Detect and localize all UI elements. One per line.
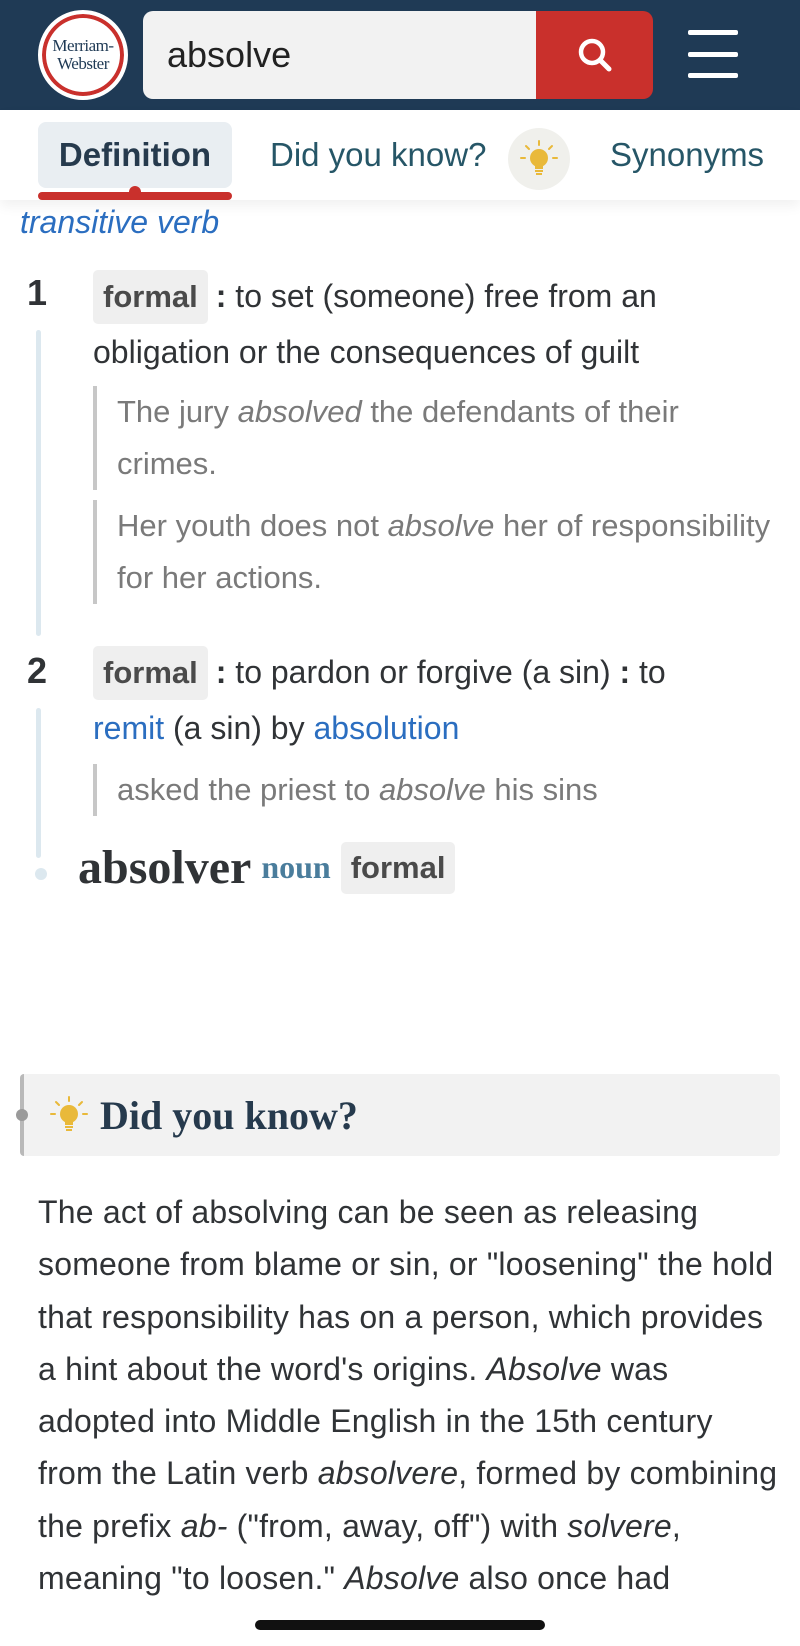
- search-input[interactable]: [167, 34, 536, 76]
- search-button[interactable]: [536, 11, 653, 99]
- example-sentence-2: Her youth does not absolve her of respon…: [93, 500, 773, 604]
- run-on-word: absolver: [78, 841, 252, 894]
- part-of-speech: transitive verb: [20, 204, 220, 240]
- example-sentence-1: The jury absolved the defendants of thei…: [93, 386, 773, 490]
- sense-2-definition: formal: to pardon or forgive (a sin) : t…: [93, 644, 783, 756]
- sense-colon: :: [215, 654, 227, 690]
- sense-1-line: [36, 330, 41, 636]
- example-text: The jury: [117, 394, 238, 429]
- example-text: Her youth does not: [117, 508, 388, 543]
- body-italic: Absolve: [486, 1350, 602, 1387]
- tab-synonyms[interactable]: Synonyms: [610, 122, 764, 188]
- definition-text: to pardon or forgive (a sin): [235, 654, 611, 690]
- run-on-part-of-speech: noun: [261, 849, 331, 885]
- body-italic: ab-: [180, 1507, 228, 1544]
- logo-text-line1: Merriam-: [52, 36, 114, 55]
- sense-number-1: 1: [27, 272, 48, 313]
- section-marker-dot: [16, 1109, 28, 1121]
- link-remit[interactable]: remit: [93, 710, 164, 746]
- hamburger-menu-icon[interactable]: [688, 30, 738, 78]
- home-indicator[interactable]: [255, 1620, 545, 1630]
- sense-2-line: [36, 708, 41, 858]
- did-you-know-header: Did you know?: [16, 1074, 780, 1156]
- merriam-webster-logo[interactable]: Merriam- Webster: [38, 10, 128, 100]
- link-absolution[interactable]: absolution: [313, 710, 459, 746]
- sense-colon: :: [619, 654, 631, 690]
- body-italic: absolvere: [317, 1455, 459, 1492]
- formal-label: formal: [93, 270, 208, 324]
- formal-label: formal: [93, 646, 208, 700]
- sense-colon: :: [215, 278, 227, 314]
- definition-text: to: [639, 654, 666, 690]
- formal-label: formal: [340, 841, 456, 894]
- tab-did-you-know[interactable]: Did you know?: [270, 122, 486, 188]
- body-italic: Absolve: [344, 1560, 460, 1597]
- search-box: [143, 11, 536, 99]
- search-icon: [578, 38, 611, 72]
- body-italic: solvere: [567, 1507, 672, 1544]
- example-text: asked the priest to: [117, 772, 379, 807]
- body-text: also once had: [459, 1560, 671, 1597]
- example-headword: absolve: [378, 772, 486, 807]
- sense-number-2: 2: [27, 650, 48, 691]
- did-you-know-title: Did you know?: [100, 1092, 358, 1138]
- example-headword: absolved: [237, 394, 362, 429]
- active-tab-underline: [38, 192, 232, 200]
- run-on-entry: absolver noun formal: [78, 840, 456, 895]
- logo-text-line2: Webster: [57, 54, 109, 73]
- lightbulb-icon[interactable]: [508, 128, 570, 190]
- section-tabs: Definition Did you know? Synonyms: [0, 110, 800, 200]
- example-headword: absolve: [387, 508, 495, 543]
- body-text: ("from, away, off") with: [227, 1507, 568, 1544]
- lightbulb-icon: [48, 1094, 90, 1136]
- example-text: his sins: [485, 772, 598, 807]
- sense-1-definition: formal: to set (someone) free from an ob…: [93, 268, 783, 380]
- did-you-know-body: The act of absolving can be seen as rele…: [38, 1186, 778, 1604]
- definition-text: (a sin) by: [173, 710, 305, 746]
- tab-definition[interactable]: Definition: [38, 122, 232, 188]
- site-header: Merriam- Webster: [0, 0, 800, 110]
- example-sentence-3: asked the priest to absolve his sins: [93, 764, 773, 816]
- run-on-bullet: [35, 868, 47, 880]
